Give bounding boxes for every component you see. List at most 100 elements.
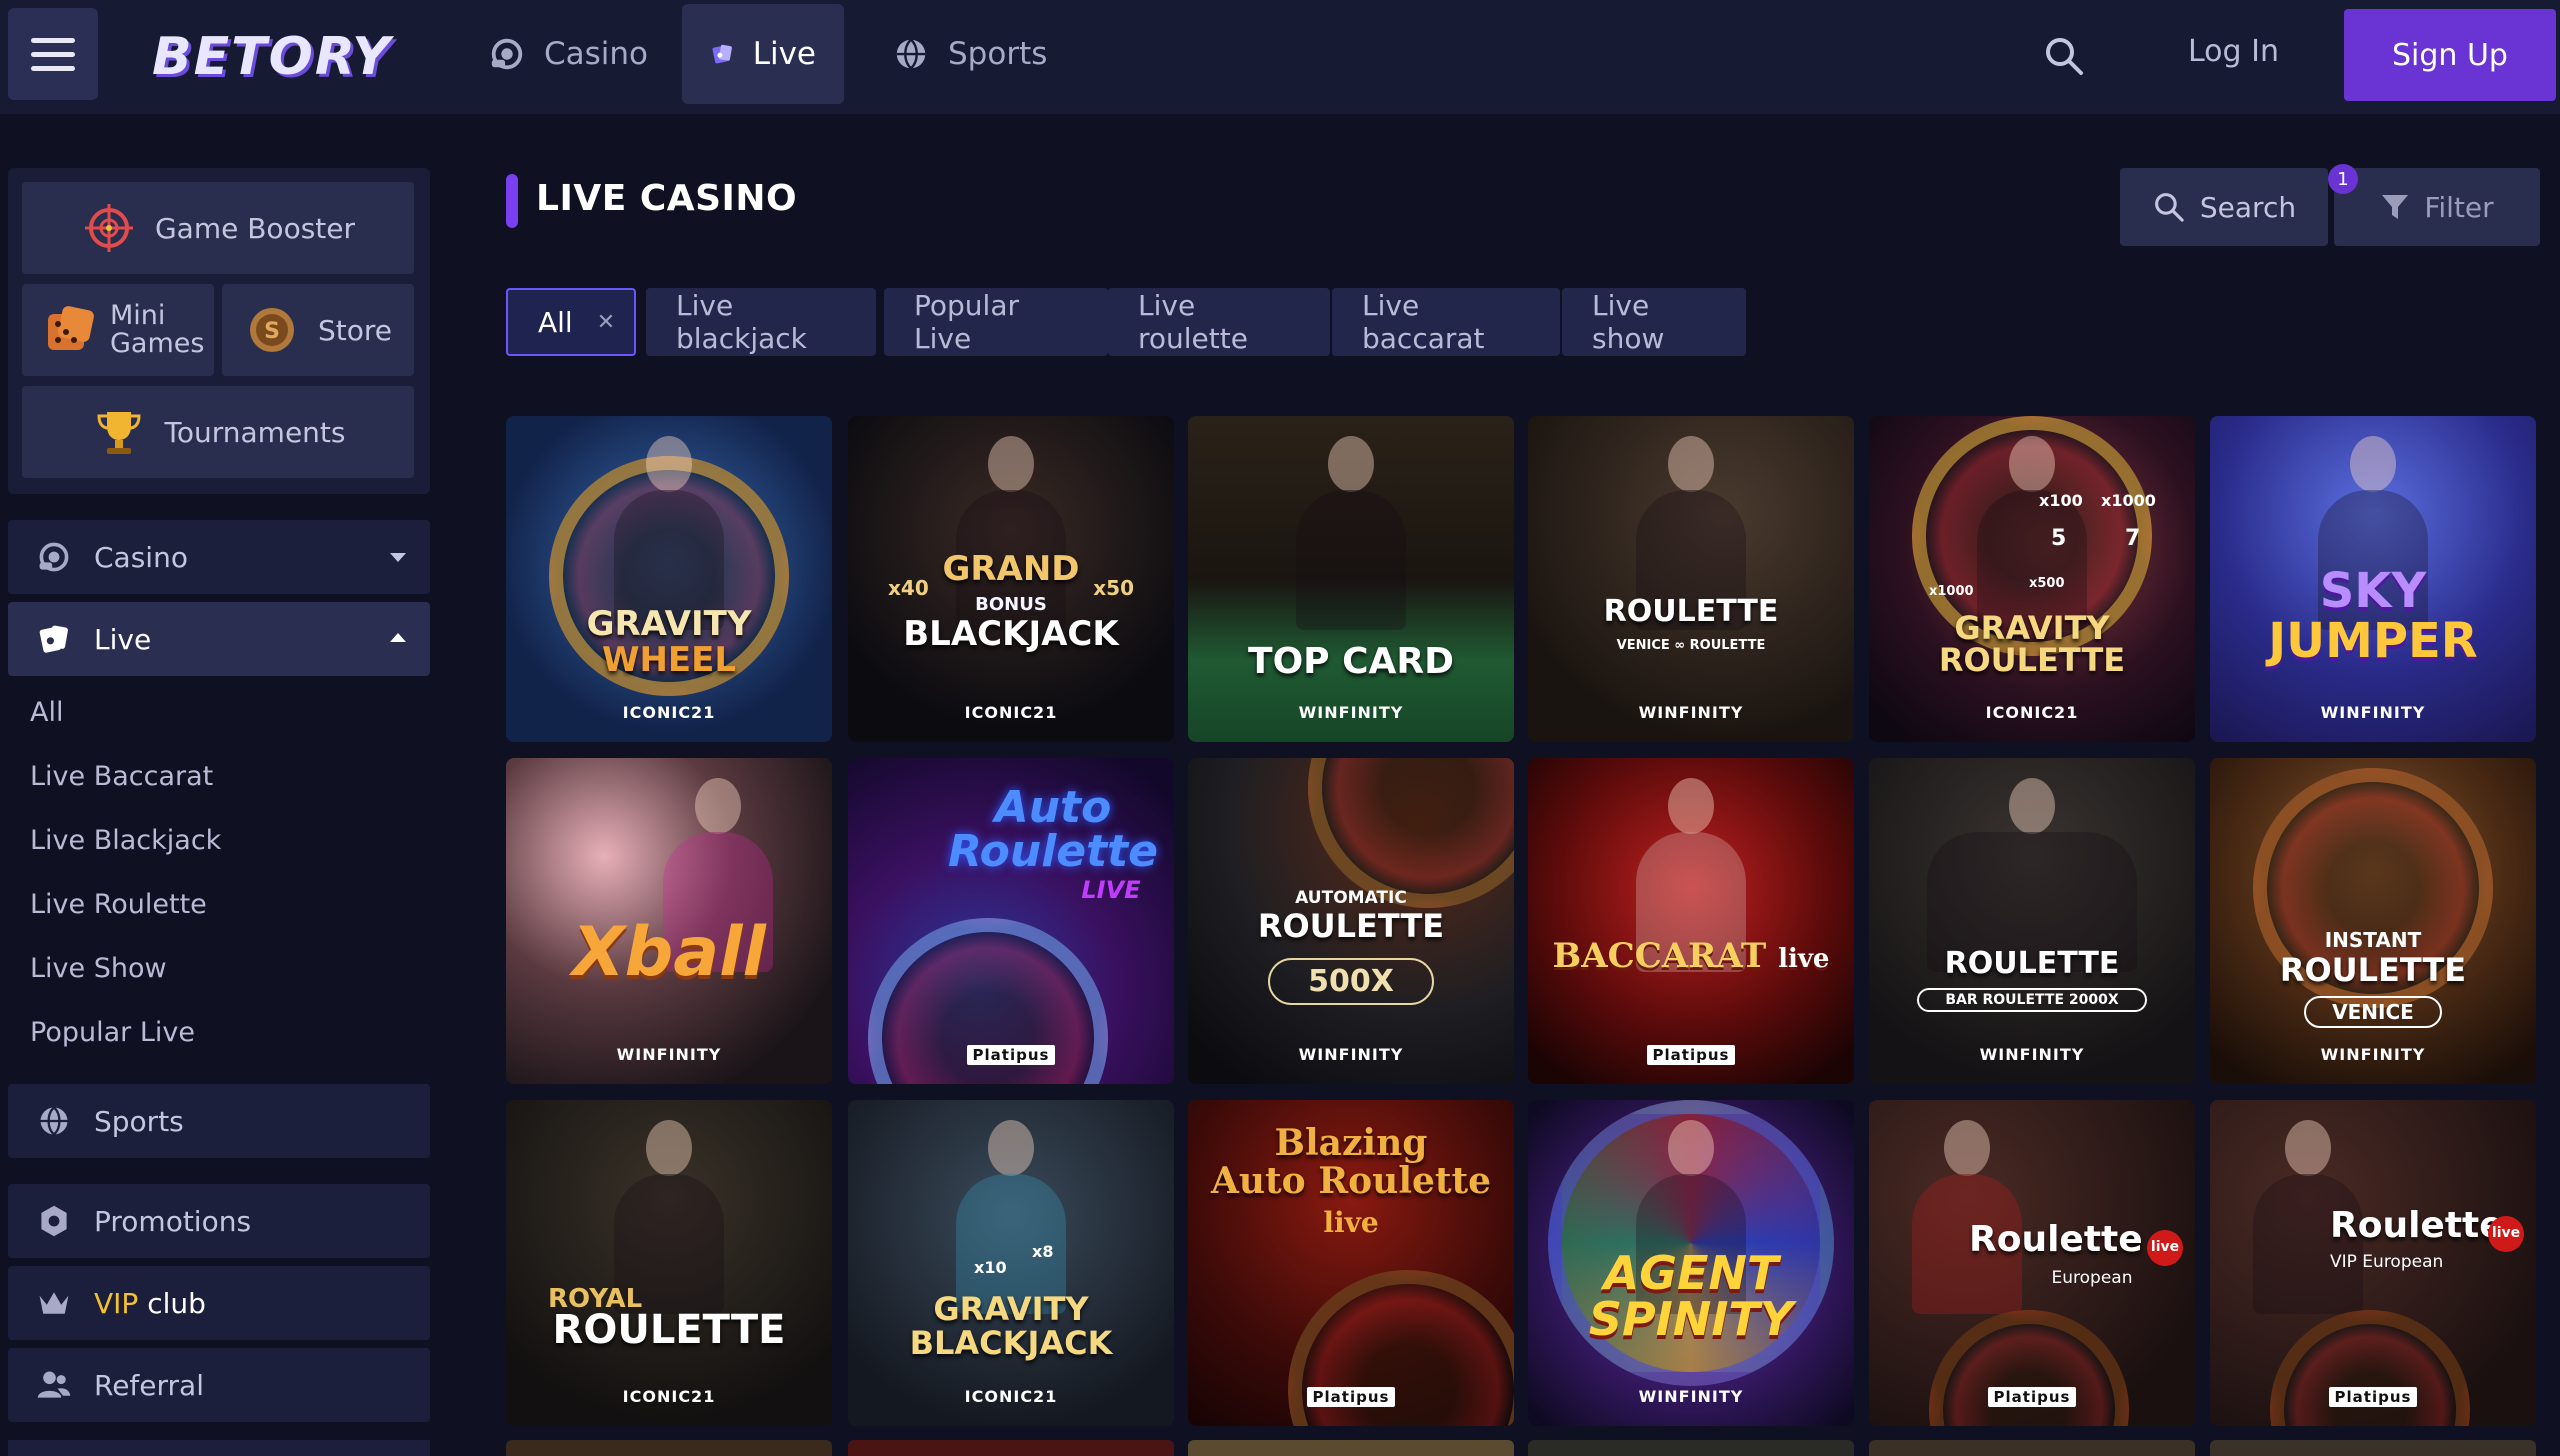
subtitle: VENICE	[2304, 996, 2442, 1028]
provider-logo: Platipus	[848, 1045, 1174, 1065]
bonus-label: BONUS	[975, 594, 1047, 615]
nav-tab-live[interactable]: Live	[682, 4, 844, 104]
category-chip-all[interactable]: All ✕	[506, 288, 636, 356]
game-title: ROULETTE	[2279, 951, 2467, 989]
game-tile-bar-roulette[interactable]: ROULETTE BAR ROULETTE 2000X WINFINITY	[1869, 758, 2195, 1084]
game-tile-instant-roulette[interactable]: INSTANT ROULETTE VENICE WINFINITY	[2210, 758, 2536, 1084]
sidebar-item-live[interactable]: Live	[8, 602, 430, 676]
dice-icon	[48, 306, 94, 350]
game-tile-automatic-roulette[interactable]: AUTOMATIC ROULETTE 500X WINFINITY	[1188, 758, 1514, 1084]
game-tile-top-card[interactable]: TOP CARD WINFINITY	[1188, 416, 1514, 742]
sidebar-item-vip-club[interactable]: VIP club	[8, 1266, 430, 1340]
game-tile-auto-roulette-live[interactable]: Auto Roulette LIVE Platipus	[848, 758, 1174, 1084]
game-tile-partial[interactable]	[2210, 1440, 2536, 1456]
svg-text:S: S	[264, 319, 280, 344]
title-line: SKY	[2319, 563, 2427, 619]
game-title: Xball	[572, 913, 766, 992]
betory-logo[interactable]: BETORY	[152, 22, 392, 92]
hamburger-menu-button[interactable]	[8, 8, 98, 100]
search-icon[interactable]	[2042, 34, 2086, 78]
sidebar-item-promotions[interactable]: Promotions	[8, 1184, 430, 1258]
category-chip-live-roulette[interactable]: Live roulette	[1108, 288, 1330, 356]
live-badge: live	[2488, 1216, 2524, 1252]
category-chip-live-baccarat[interactable]: Live baccarat	[1332, 288, 1560, 356]
category-chip-live-show[interactable]: Live show	[1562, 288, 1746, 356]
game-tile-gravity-blackjack[interactable]: x10 x8 GRAVITY BLACKJACK ICONIC21	[848, 1100, 1174, 1426]
close-icon[interactable]: ✕	[597, 310, 615, 335]
game-tile-roulette-european[interactable]: Roulette European live Platipus	[1869, 1100, 2195, 1426]
title-line: Auto Roulette	[1210, 1160, 1492, 1202]
submenu-item-all[interactable]: All	[30, 697, 63, 728]
game-booster-button[interactable]: Game Booster	[22, 182, 414, 274]
provider-logo: WINFINITY	[1979, 1045, 2085, 1064]
subtitle: INSTANT	[2324, 928, 2422, 952]
provider-logo: ICONIC21	[622, 1387, 716, 1406]
category-chip-popular-live[interactable]: Popular Live	[884, 288, 1108, 356]
store-button[interactable]: S Store	[222, 284, 414, 376]
club-text: club	[147, 1286, 206, 1320]
chevron-down-icon	[390, 553, 406, 562]
multiplier-label: x1000	[1929, 584, 1974, 599]
game-tile-roulette-venice[interactable]: ROULETTE VENICE ∞ ROULETTE WINFINITY	[1528, 416, 1854, 742]
provider-name: Platipus	[1646, 1045, 1736, 1065]
game-tile-sky-jumper[interactable]: SKY JUMPER WINFINITY	[2210, 416, 2536, 742]
game-tile-partial[interactable]	[506, 1440, 832, 1456]
live-cards-icon	[712, 44, 732, 64]
game-search-button[interactable]: Search	[2120, 168, 2328, 246]
title-text: BACCARAT	[1552, 936, 1767, 976]
vip-text: VIP	[94, 1286, 139, 1320]
login-link[interactable]: Log In	[2188, 34, 2279, 69]
game-tile-gravity-roulette[interactable]: x100 x1000 5 7 x1000 x500 GRAVITY ROULETT…	[1869, 416, 2195, 742]
submenu-item-live-baccarat[interactable]: Live Baccarat	[30, 761, 213, 792]
store-label: Store	[317, 313, 392, 347]
game-tile-royal-roulette[interactable]: ROYAL ROULETTE ICONIC21	[506, 1100, 832, 1426]
sidebar-item-referral[interactable]: Referral	[8, 1348, 430, 1422]
nav-tab-sports[interactable]: Sports	[864, 4, 1075, 104]
live-label: live	[1778, 944, 1830, 974]
category-chip-live-blackjack[interactable]: Live blackjack	[646, 288, 876, 356]
menu-line	[31, 37, 75, 43]
game-tile-partial[interactable]	[1869, 1440, 2195, 1456]
signup-button[interactable]: Sign Up	[2344, 9, 2556, 101]
game-tile-xball[interactable]: Xball WINFINITY	[506, 758, 832, 1084]
sidebar-item-label: VIP club	[94, 1287, 206, 1320]
game-tile-partial[interactable]	[1188, 1440, 1514, 1456]
tournaments-button[interactable]: Tournaments	[22, 386, 414, 478]
game-tile-partial[interactable]	[848, 1440, 1174, 1456]
filter-button[interactable]: Filter	[2334, 168, 2540, 246]
sidebar-item-sports[interactable]: Sports	[8, 1084, 430, 1158]
submenu-item-popular-live[interactable]: Popular Live	[30, 1017, 195, 1048]
provider-name: Platipus	[2328, 1387, 2418, 1407]
game-tile-partial[interactable]	[1528, 1440, 1854, 1456]
game-tile-baccarat-live[interactable]: BACCARAT live Platipus	[1528, 758, 1854, 1084]
game-tile-gravity-wheel[interactable]: GRAVITY WHEEL ICONIC21	[506, 416, 832, 742]
search-label: Search	[2199, 190, 2297, 224]
submenu-item-live-roulette[interactable]: Live Roulette	[30, 889, 207, 920]
subtitle: BAR ROULETTE 2000X	[1917, 988, 2147, 1012]
game-tile-roulette-vip-european[interactable]: Roulette VIP European live Platipus	[2210, 1100, 2536, 1426]
game-tile-grand-bonus-blackjack[interactable]: x40 x50 GRAND BONUS BLACKJACK ICONIC21	[848, 416, 1174, 742]
title-line: GRAVITY	[1954, 609, 2110, 647]
submenu-item-live-blackjack[interactable]: Live Blackjack	[30, 825, 221, 856]
sidebar-item-label: Live	[94, 622, 152, 656]
provider-logo: ICONIC21	[964, 1387, 1058, 1406]
live-label: live	[1323, 1206, 1379, 1239]
title-line: SPINITY	[1588, 1292, 1794, 1346]
chip-label: All	[538, 305, 573, 339]
provider-logo: WINFINITY	[1638, 703, 1744, 722]
game-tile-blazing-auto-roulette[interactable]: Blazing Auto Roulette live Platipus	[1188, 1100, 1514, 1426]
chip-label: Live baccarat	[1362, 289, 1485, 355]
live-badge: live	[2147, 1230, 2183, 1266]
sidebar-item-label: Sports	[94, 1104, 184, 1138]
sidebar-item-casino[interactable]: Casino	[8, 520, 430, 594]
number-label: 7	[2125, 526, 2141, 551]
submenu-item-live-show[interactable]: Live Show	[30, 953, 167, 984]
subtitle: VENICE ∞ ROULETTE	[1616, 638, 1766, 653]
game-title: GRAND	[942, 549, 1080, 589]
game-title: Blazing Auto Roulette	[1194, 1124, 1508, 1200]
nav-tab-casino[interactable]: Casino	[460, 4, 676, 104]
game-tile-agent-spinity[interactable]: AGENT SPINITY WINFINITY	[1528, 1100, 1854, 1426]
mini-games-button[interactable]: Mini Games	[22, 284, 214, 376]
subtitle: European	[2051, 1268, 2133, 1288]
game-title: ROULETTE	[1944, 946, 2120, 981]
